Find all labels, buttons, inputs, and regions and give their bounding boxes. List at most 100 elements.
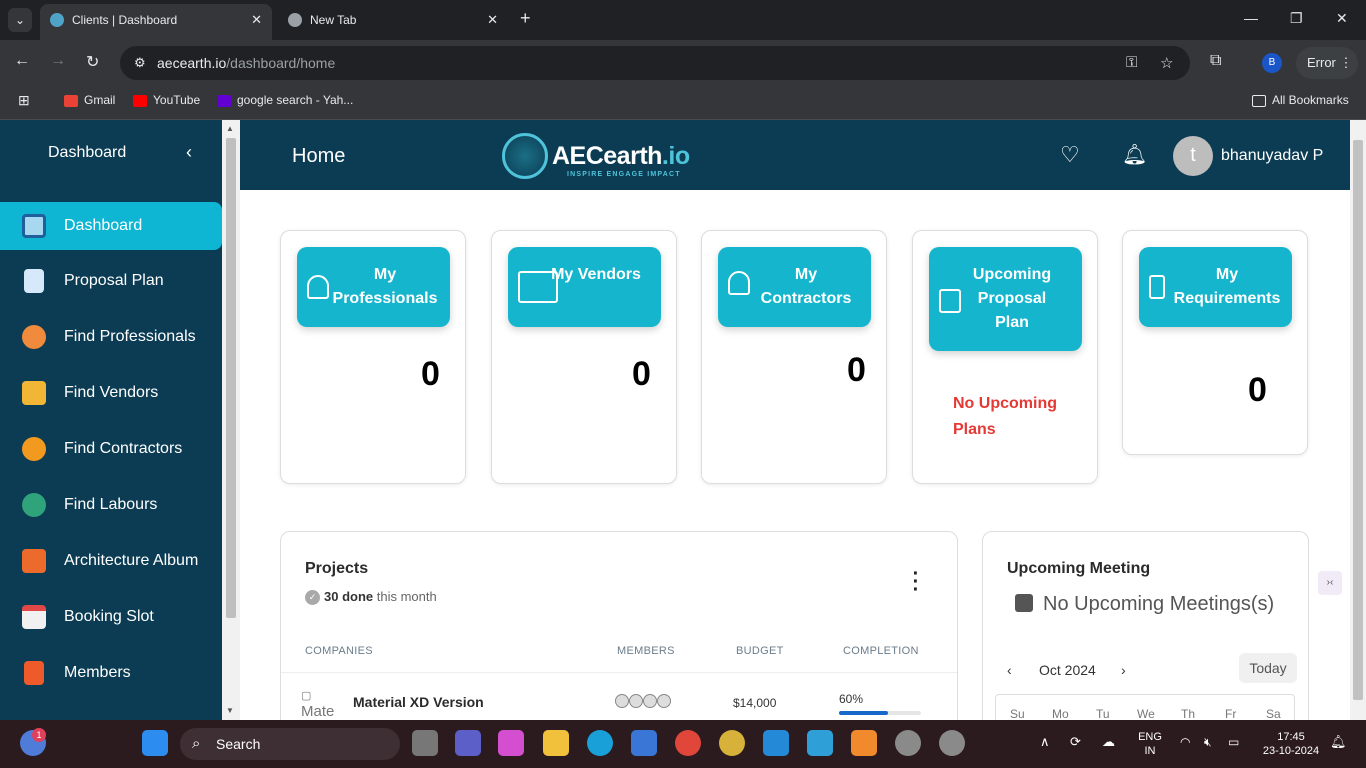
all-bookmarks[interactable]: All Bookmarks (1252, 93, 1349, 107)
page-title: Home (292, 145, 346, 167)
logo-text[interactable]: AECearth.io (552, 142, 690, 171)
sidebar-item-find-professionals[interactable]: Find Professionals (0, 313, 222, 361)
close-tab-icon[interactable]: ✕ (251, 4, 262, 36)
back-button[interactable]: ← (14, 52, 30, 70)
forward-button[interactable]: → (50, 52, 66, 70)
language-indicator[interactable]: ENG IN (1134, 730, 1166, 758)
copilot-icon[interactable] (498, 730, 524, 756)
scrollbar-thumb[interactable] (1353, 140, 1363, 700)
extensions-icon[interactable]: ⧉ (1210, 52, 1221, 70)
notification-badge: 1 (32, 728, 46, 742)
no-meetings-text: No Upcoming Meetings(s) (1015, 593, 1274, 616)
password-key-icon[interactable]: ⚿ (1126, 54, 1137, 71)
member-avatar[interactable] (615, 694, 629, 708)
site-info-icon[interactable]: ⚙ (134, 55, 146, 71)
onedrive-cloud-icon[interactable]: ☁ (1102, 735, 1115, 749)
settings-gear-icon[interactable] (939, 730, 965, 756)
reload-button[interactable]: ↻ (86, 52, 99, 72)
sidebar-item-booking-slot[interactable]: Booking Slot (0, 593, 222, 641)
taskbar-search[interactable]: ⌕ Search (180, 728, 400, 760)
apps-grid-icon[interactable]: ⊞ (18, 93, 30, 107)
sidebar-item-find-labours[interactable]: Find Labours (0, 481, 222, 529)
search-icon: ⌕ (192, 735, 201, 752)
calendar-prev-icon[interactable]: ‹ (1007, 662, 1012, 678)
more-options-icon[interactable]: · · · (911, 564, 921, 600)
sidebar-scrollbar[interactable]: ▲ ▼ (222, 120, 240, 720)
calendar-next-icon[interactable]: › (1121, 662, 1126, 678)
today-button[interactable]: Today (1239, 653, 1297, 683)
meet-icon[interactable] (455, 730, 481, 756)
tab-search-button[interactable]: ⌄ (8, 8, 32, 32)
restore-button[interactable]: ❐ (1290, 10, 1303, 27)
edge-icon[interactable] (587, 730, 613, 756)
address-bar[interactable]: ⚙ aecearth.io/dashboard/home ⚿ ☆ (120, 46, 1190, 80)
notepad-icon[interactable] (807, 730, 833, 756)
no-upcoming-plans-text: No Upcoming Plans (953, 395, 1057, 438)
volume-muted-icon[interactable]: 🔇︎ (1204, 735, 1212, 749)
sidebar-item-architecture-album[interactable]: Architecture Album (0, 537, 222, 585)
username[interactable]: bhanuyadav P (1221, 147, 1323, 165)
member-avatar[interactable] (643, 694, 657, 708)
yahoo-icon (217, 94, 231, 107)
task-view-icon[interactable] (412, 730, 438, 756)
bookmark-youtube[interactable]: YouTube (133, 93, 200, 107)
profile-avatar[interactable]: B (1262, 53, 1282, 73)
notifications-bell-icon[interactable]: 🔔︎ (1122, 142, 1147, 167)
company-name: Material XD Version (353, 694, 484, 710)
file-explorer-icon[interactable] (543, 730, 569, 756)
budget-value: $14,000 (733, 696, 777, 710)
new-tab-button[interactable]: + (520, 8, 531, 29)
my-requirements-button[interactable]: My Requirements (1139, 247, 1292, 327)
bookmark-gmail[interactable]: Gmail (64, 93, 115, 107)
vscode-icon[interactable] (763, 730, 789, 756)
side-panel-toggle-icon[interactable]: ›‹ (1318, 571, 1342, 595)
close-tab-icon[interactable]: ✕ (487, 4, 498, 36)
user-avatar[interactable]: t (1173, 136, 1213, 176)
url-text[interactable]: aecearth.io/dashboard/home (157, 55, 335, 71)
notifications-icon[interactable]: 🔔︎ (1330, 735, 1347, 749)
gmail-icon (64, 94, 78, 107)
table-divider (281, 672, 957, 673)
tab-new-tab[interactable]: New Tab ✕ (278, 4, 508, 40)
sidebar-item-find-contractors[interactable]: Find Contractors (0, 425, 222, 473)
scroll-down-arrow-icon[interactable]: ▼ (226, 706, 234, 715)
tab-clients-dashboard[interactable]: Clients | Dashboard ✕ (40, 4, 272, 40)
xampp-icon[interactable] (851, 730, 877, 756)
chrome-icon[interactable] (675, 730, 701, 756)
sidebar-item-dashboard[interactable]: Dashboard (0, 202, 222, 250)
chrome-profile-icon[interactable] (719, 730, 745, 756)
bookmark-yahoo[interactable]: google search - Yah... (217, 93, 353, 107)
sync-icon[interactable]: ⟳ (1070, 735, 1081, 749)
tray-chevron-icon[interactable]: ∧ (1040, 735, 1050, 749)
bookmark-star-icon[interactable]: ☆ (1160, 54, 1173, 72)
aecearth-logo-icon[interactable] (502, 133, 548, 179)
battery-icon[interactable]: ▭ (1228, 735, 1239, 749)
error-button[interactable]: Error ⋮ (1296, 47, 1358, 79)
minimize-button[interactable]: — (1244, 10, 1258, 26)
store-icon[interactable] (631, 730, 657, 756)
completion-progress-bar (839, 711, 921, 715)
sidebar-item-proposal-plan[interactable]: Proposal Plan (0, 257, 222, 305)
weekday-label: Fr (1225, 707, 1237, 720)
sidebar-item-members[interactable]: Members (0, 649, 222, 697)
page-scrollbar[interactable] (1350, 120, 1366, 720)
scrollbar-thumb[interactable] (226, 138, 236, 618)
my-vendors-button[interactable]: My Vendors (508, 247, 661, 327)
wifi-icon[interactable]: ◠ (1180, 735, 1190, 749)
my-professionals-button[interactable]: My Professionals (297, 247, 450, 327)
member-avatar[interactable] (629, 694, 643, 708)
settings-gear-icon[interactable] (895, 730, 921, 756)
collapse-sidebar-icon[interactable]: ‹ (186, 142, 192, 163)
card-my-professionals: My Professionals 0 (280, 230, 466, 484)
sidebar: Dashboard ‹ Dashboard Proposal Plan Find… (0, 120, 222, 720)
member-avatar[interactable] (657, 694, 671, 708)
upcoming-proposal-plan-button[interactable]: Upcoming Proposal Plan (929, 247, 1082, 351)
clock[interactable]: 17:45 23-10-2024 (1258, 730, 1324, 758)
favorites-heart-icon[interactable]: ♡ (1060, 142, 1080, 168)
scroll-up-arrow-icon[interactable]: ▲ (226, 124, 234, 133)
close-window-button[interactable]: ✕ (1336, 10, 1348, 27)
projects-done-summary: ✓ 30 done this month (305, 589, 437, 606)
sidebar-item-find-vendors[interactable]: Find Vendors (0, 369, 222, 417)
my-contractors-button[interactable]: My Contractors (718, 247, 871, 327)
windows-start-icon[interactable] (142, 730, 168, 756)
